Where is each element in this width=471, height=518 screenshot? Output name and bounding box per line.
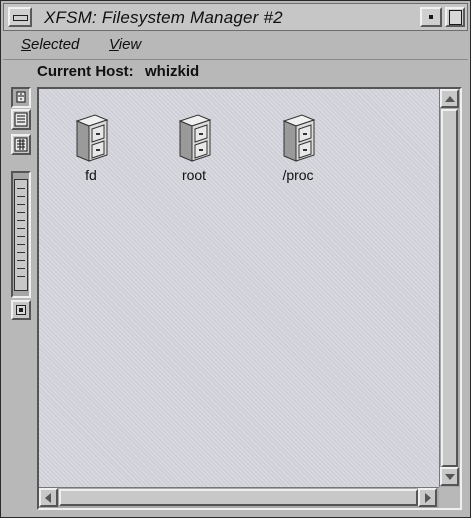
- menu-view-label: iew: [118, 36, 142, 53]
- menu-view-mnemonic: V: [109, 36, 119, 53]
- window-title: XFSM: Filesystem Manager #2: [44, 8, 283, 27]
- zoom-tick: [17, 268, 25, 269]
- maximize-button[interactable]: [445, 7, 465, 27]
- zoom-tick: [17, 260, 25, 261]
- filesystem-icon-root[interactable]: root: [159, 113, 229, 183]
- icon-canvas[interactable]: fd root /proc: [39, 89, 439, 487]
- square-toggle-icon: [16, 305, 26, 315]
- menu-selected-label: elected: [31, 36, 80, 53]
- maximize-icon: [449, 10, 462, 25]
- icon-view-pane: fd root /proc: [37, 87, 462, 510]
- arrow-left-icon: [45, 493, 51, 503]
- scroll-down-button[interactable]: [440, 467, 459, 486]
- current-host-label: Current Host:: [37, 63, 134, 80]
- filesystem-icon-fd[interactable]: fd: [56, 113, 126, 183]
- window-menu-button[interactable]: [8, 7, 32, 27]
- detail-view-icon: [14, 137, 28, 152]
- file-cabinet-icon: [282, 114, 316, 162]
- filesystem-label: fd: [85, 167, 97, 183]
- toggle-button[interactable]: [11, 300, 31, 320]
- icon-view-icon: [16, 91, 26, 103]
- zoom-tick: [17, 204, 25, 205]
- icon-view-button[interactable]: [11, 87, 31, 108]
- window-menu-icon: [13, 15, 28, 21]
- title-bar[interactable]: XFSM: Filesystem Manager #2: [3, 3, 468, 31]
- horizontal-scroll-thumb[interactable]: [59, 489, 418, 506]
- minimize-icon: [429, 15, 433, 19]
- scroll-left-button[interactable]: [39, 488, 58, 507]
- filesystem-icon-proc[interactable]: /proc: [263, 113, 333, 183]
- minimize-button[interactable]: [420, 7, 442, 27]
- menu-view[interactable]: View: [109, 36, 141, 53]
- zoom-tick: [17, 236, 25, 237]
- zoom-tick: [17, 196, 25, 197]
- zoom-tick: [17, 212, 25, 213]
- scroll-up-button[interactable]: [440, 89, 459, 108]
- filesystem-label: /proc: [282, 167, 314, 183]
- filesystem-manager-window: XFSM: Filesystem Manager #2 Selected Vie…: [0, 0, 471, 518]
- zoom-tick: [17, 188, 25, 189]
- arrow-right-icon: [425, 493, 431, 503]
- scrollbar-corner: [439, 487, 460, 508]
- arrow-down-icon: [445, 474, 455, 480]
- zoom-slider-track[interactable]: [11, 171, 31, 298]
- zoom-slider-thumb[interactable]: [14, 179, 28, 291]
- zoom-tick: [17, 228, 25, 229]
- vertical-scroll-thumb[interactable]: [441, 109, 458, 467]
- arrow-up-icon: [445, 96, 455, 102]
- list-view-button[interactable]: [11, 109, 31, 130]
- scroll-right-button[interactable]: [418, 488, 437, 507]
- file-cabinet-icon: [178, 114, 212, 162]
- zoom-tick: [17, 252, 25, 253]
- current-host-value: whizkid: [145, 63, 200, 80]
- menu-selected[interactable]: Selected: [21, 36, 79, 53]
- horizontal-scrollbar[interactable]: [39, 487, 439, 508]
- vertical-scrollbar[interactable]: [439, 89, 460, 487]
- filesystem-label: root: [181, 167, 207, 183]
- menu-bar: Selected View: [3, 32, 468, 60]
- detail-view-button[interactable]: [11, 134, 31, 155]
- file-cabinet-icon: [75, 114, 109, 162]
- zoom-tick: [17, 276, 25, 277]
- menu-selected-mnemonic: S: [21, 36, 32, 53]
- zoom-tick: [17, 220, 25, 221]
- zoom-tick: [17, 244, 25, 245]
- list-view-icon: [14, 112, 28, 127]
